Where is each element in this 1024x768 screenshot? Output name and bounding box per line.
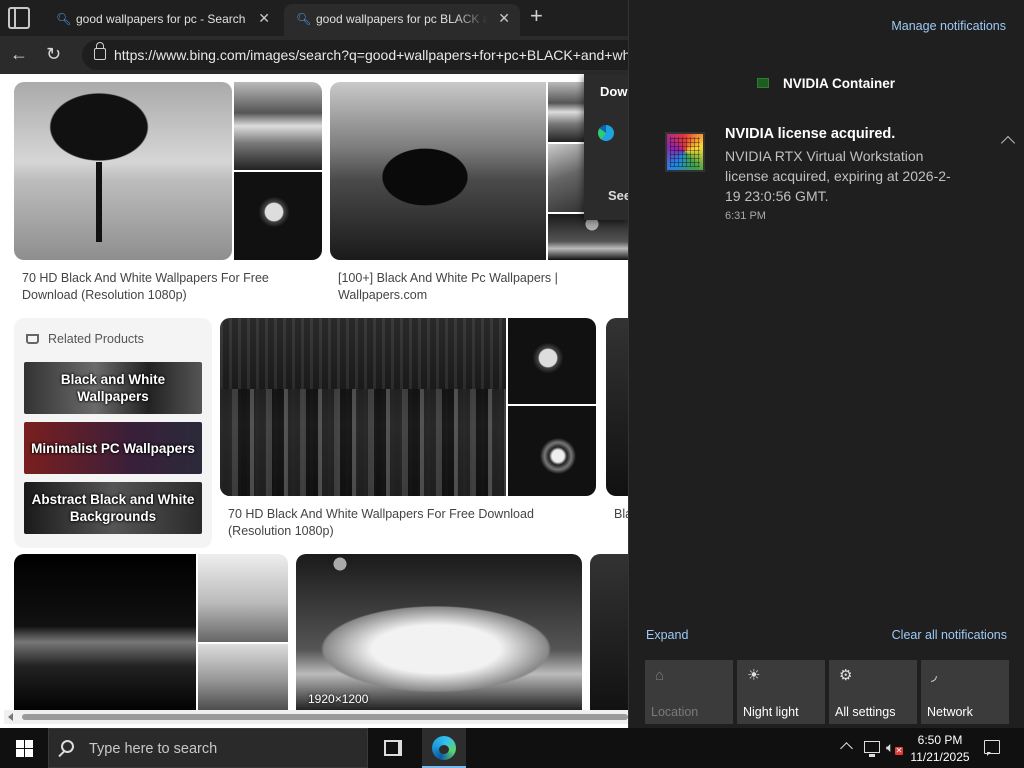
related-products-panel: Related Products Black and White Wallpap… (14, 318, 212, 548)
scroll-left-arrow-icon[interactable] (8, 713, 13, 721)
downloads-flyout: Dow See (584, 74, 628, 220)
taskbar: Type here to search 🔈︎ ✕ 6:50 PM 11/21/2… (0, 728, 1024, 768)
gear-icon: ⚙ (839, 667, 853, 684)
quick-action-night-light[interactable]: ☀ Night light (737, 660, 825, 724)
edge-icon (598, 125, 614, 141)
notification-group-title: NVIDIA Container (783, 76, 896, 91)
result-image-clouds[interactable] (548, 214, 628, 260)
chevron-up-icon[interactable] (1000, 135, 1016, 151)
tab-title: good wallpapers for pc - Search (76, 12, 246, 26)
location-icon: ⌂ (655, 667, 665, 684)
quick-action-label: All settings (835, 705, 896, 719)
result-image-partial[interactable] (590, 554, 628, 710)
result-image-tree-water[interactable] (330, 82, 546, 260)
clock-time[interactable]: 6:50 PM (915, 733, 965, 747)
result-image-clouds[interactable]: 1920×1200 (296, 554, 582, 710)
result-image-camera[interactable] (508, 318, 596, 404)
horizontal-scrollbar[interactable] (4, 710, 628, 724)
address-bar-row: ← ↻ https://www.bing.com/images/search?q… (0, 36, 628, 74)
nvidia-chip-icon (665, 132, 705, 172)
sun-icon: ☀ (747, 667, 761, 684)
notification-card[interactable]: NVIDIA license acquired. NVIDIA RTX Virt… (649, 116, 1021, 232)
result-image-partial[interactable] (606, 318, 628, 496)
related-product-abstract[interactable]: Abstract Black and White Backgrounds (24, 482, 202, 534)
back-arrow-icon[interactable]: ← (10, 44, 28, 64)
url-text[interactable]: https://www.bing.com/images/search?q=goo… (114, 47, 628, 63)
result-caption[interactable]: 70 HD Black And White Wallpapers For Fre… (228, 506, 568, 540)
clear-all-notifications-link[interactable]: Clear all notifications (892, 628, 1007, 642)
tab-bar: 🔍︎ good wallpapers for pc - Search ✕ 🔍︎ … (0, 0, 628, 36)
bing-search-icon: 🔍︎ (56, 12, 72, 26)
related-product-minimalist[interactable]: Minimalist PC Wallpapers (24, 422, 202, 474)
notifications-icon[interactable] (984, 740, 1000, 756)
windows-logo-icon (16, 740, 33, 757)
taskbar-search-box[interactable]: Type here to search (48, 728, 368, 768)
close-tab-icon[interactable]: ✕ (258, 10, 270, 27)
result-caption[interactable]: [100+] Black And White Pc Wallpapers | W… (338, 270, 588, 304)
expand-link[interactable]: Expand (646, 628, 688, 642)
see-more-link[interactable]: See (608, 188, 628, 203)
task-view-icon[interactable] (384, 740, 402, 756)
speaker-icon[interactable]: 🔈︎ (886, 740, 894, 754)
start-button[interactable] (0, 728, 48, 768)
edge-icon (432, 736, 456, 760)
edge-browser-window: 🔍︎ good wallpapers for pc - Search ✕ 🔍︎ … (0, 0, 628, 728)
search-icon (61, 740, 74, 753)
result-image-city[interactable] (220, 318, 506, 496)
tab-title: good wallpapers for pc BLACK and white -… (316, 12, 488, 26)
quick-action-location[interactable]: ⌂ Location (645, 660, 733, 724)
result-image-couple[interactable] (198, 554, 288, 642)
taskbar-edge-button[interactable] (422, 728, 466, 768)
notification-body: NVIDIA RTX Virtual Workstation license a… (725, 148, 951, 204)
quick-action-label: Network (927, 705, 973, 719)
result-image-night-skyline[interactable] (14, 554, 196, 710)
downloads-title: Dow (600, 84, 628, 99)
scrollbar-thumb[interactable] (22, 714, 628, 720)
chevron-up-icon[interactable] (840, 742, 853, 755)
notification-time: 6:31 PM (725, 210, 766, 222)
result-caption[interactable]: 70 HD Black And White Wallpapers For Fre… (22, 270, 292, 304)
address-bar[interactable]: https://www.bing.com/images/search?q=goo… (82, 40, 628, 70)
reload-icon[interactable]: ↻ (46, 44, 61, 64)
notification-title: NVIDIA license acquired. (725, 126, 896, 142)
desktop-screen: 🔍︎ good wallpapers for pc - Search ✕ 🔍︎ … (0, 0, 1024, 768)
result-image-bridge[interactable] (198, 644, 288, 710)
wifi-icon: ◞ (931, 667, 937, 684)
quick-action-all-settings[interactable]: ⚙ All settings (829, 660, 917, 724)
mute-badge-icon: ✕ (895, 746, 903, 755)
quick-action-network[interactable]: ◞ Network (921, 660, 1009, 724)
result-image-tree[interactable] (14, 82, 232, 260)
cart-icon (26, 334, 39, 344)
network-icon[interactable] (864, 741, 880, 757)
action-center: Manage notifications NVIDIA Container NV… (628, 0, 1024, 728)
tab-actions-icon[interactable] (8, 7, 30, 29)
related-product-black-white[interactable]: Black and White Wallpapers (24, 362, 202, 414)
close-tab-icon[interactable]: ✕ (498, 10, 510, 27)
new-tab-plus-icon[interactable]: + (530, 4, 543, 28)
tab-search-2[interactable]: 🔍︎ good wallpapers for pc BLACK and whit… (284, 4, 520, 36)
clock-date[interactable]: 11/21/2025 (905, 750, 975, 764)
bing-search-icon: 🔍︎ (296, 12, 312, 26)
quick-action-label: Night light (743, 705, 799, 719)
nvidia-icon (757, 78, 769, 88)
result-caption[interactable]: Bla (614, 506, 628, 523)
search-placeholder: Type here to search (89, 741, 218, 757)
lock-icon[interactable] (94, 42, 106, 60)
result-image-lake[interactable] (234, 82, 322, 170)
tab-search-1[interactable]: 🔍︎ good wallpapers for pc - Search ✕ (44, 4, 280, 36)
resolution-label: 1920×1200 (308, 692, 369, 706)
result-image-camera[interactable] (234, 172, 322, 260)
quick-action-label: Location (651, 705, 699, 719)
image-results: 70 HD Black And White Wallpapers For Fre… (4, 74, 628, 710)
result-image-motorcycle[interactable] (508, 406, 596, 496)
related-products-title: Related Products (48, 332, 144, 346)
manage-notifications-link[interactable]: Manage notifications (891, 19, 1006, 33)
